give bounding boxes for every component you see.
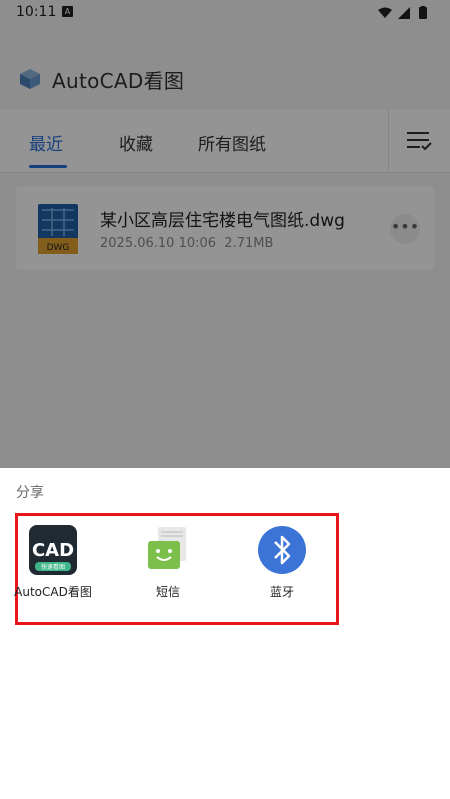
- app-screen: 10:11 A AutoCAD看图 最近 收藏 所有图纸 DWG 某小区高层住宅…: [0, 0, 450, 799]
- share-target-bluetooth[interactable]: [237, 525, 327, 579]
- share-target-autocad[interactable]: CAD 快速看图: [8, 525, 98, 579]
- share-label-sms: 短信: [155, 585, 180, 599]
- cad-icon-subtext: 快速看图: [41, 563, 65, 571]
- bluetooth-icon: [258, 526, 306, 574]
- modal-scrim[interactable]: [0, 0, 450, 469]
- share-target-sms[interactable]: [123, 525, 213, 579]
- cad-app-icon: CAD 快速看图: [29, 525, 77, 575]
- share-sheet: 分享 CAD 快速看图 AutoCAD看图 短信 蓝牙: [0, 468, 450, 799]
- share-sheet-title: 分享: [16, 485, 44, 501]
- sms-icon: [148, 527, 186, 569]
- share-label-bluetooth: 蓝牙: [269, 585, 294, 599]
- cad-icon-text: CAD: [32, 540, 74, 561]
- share-label-autocad: AutoCAD看图: [14, 585, 92, 599]
